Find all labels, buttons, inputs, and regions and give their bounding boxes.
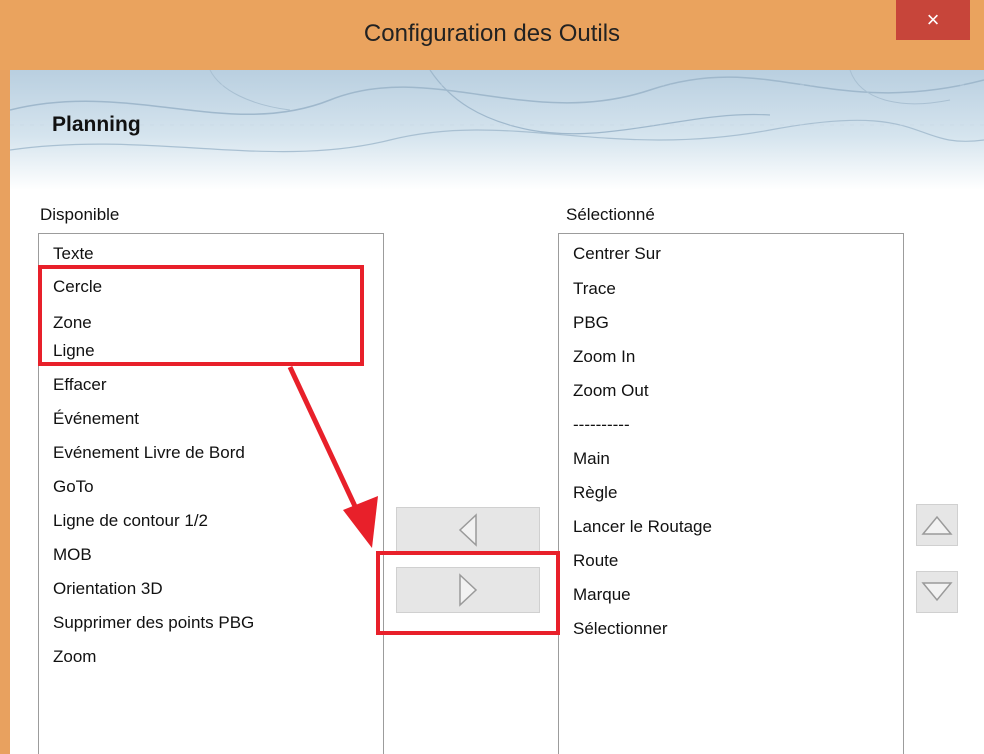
move-right-button[interactable] <box>396 567 540 613</box>
move-up-button[interactable] <box>916 504 958 546</box>
list-item[interactable]: Règle <box>573 483 617 503</box>
list-item[interactable]: Effacer <box>53 375 107 395</box>
list-item[interactable]: Zone <box>53 313 92 333</box>
close-icon: × <box>926 7 940 32</box>
triangle-left-icon <box>458 513 477 547</box>
list-item[interactable]: Orientation 3D <box>53 579 163 599</box>
list-item[interactable]: Marque <box>573 585 631 605</box>
triangle-down-icon <box>921 582 953 602</box>
triangle-up-icon <box>921 515 953 535</box>
list-item[interactable]: Trace <box>573 279 616 299</box>
dialog-window: Configuration des Outils × Planning Disp… <box>0 0 984 754</box>
selected-label: Sélectionné <box>566 205 655 224</box>
section-title: Planning <box>52 113 141 136</box>
selected-list[interactable]: Centrer Sur Trace PBG Zoom In Zoom Out -… <box>558 233 904 754</box>
dialog-content: Planning Disponible Texte Cercle Zone Li… <box>10 70 984 754</box>
list-item[interactable]: Ligne <box>53 341 95 361</box>
list-item[interactable]: Main <box>573 449 610 469</box>
list-item[interactable]: MOB <box>53 545 92 565</box>
list-item[interactable]: PBG <box>573 313 609 333</box>
list-item[interactable]: Zoom <box>53 647 96 667</box>
list-item[interactable]: Lancer le Routage <box>573 517 712 537</box>
available-label: Disponible <box>40 205 120 224</box>
header-banner: Planning <box>10 70 984 190</box>
list-item[interactable]: Evénement Livre de Bord <box>53 443 245 463</box>
list-item[interactable]: Texte <box>53 244 94 264</box>
list-item[interactable]: Centrer Sur <box>573 244 661 264</box>
move-down-button[interactable] <box>916 571 958 613</box>
list-item[interactable]: Zoom Out <box>573 381 649 401</box>
list-item[interactable]: Événement <box>53 409 139 429</box>
title-bar[interactable]: Configuration des Outils × <box>0 0 984 70</box>
list-item[interactable]: Route <box>573 551 618 571</box>
available-list[interactable]: Texte Cercle Zone Ligne Effacer Événemen… <box>38 233 384 754</box>
list-item[interactable]: Supprimer des points PBG <box>53 613 254 633</box>
list-item[interactable]: Cercle <box>53 277 102 297</box>
list-item[interactable]: Zoom In <box>573 347 635 367</box>
list-item[interactable]: ---------- <box>573 415 630 435</box>
triangle-right-icon <box>459 573 478 607</box>
list-item[interactable]: Sélectionner <box>573 619 668 639</box>
list-item[interactable]: Ligne de contour 1/2 <box>53 511 208 531</box>
move-left-button[interactable] <box>396 507 540 553</box>
chart-map-background <box>10 70 984 153</box>
window-title: Configuration des Outils <box>363 20 621 47</box>
close-button[interactable]: × <box>896 0 970 40</box>
list-item[interactable]: GoTo <box>53 477 94 497</box>
